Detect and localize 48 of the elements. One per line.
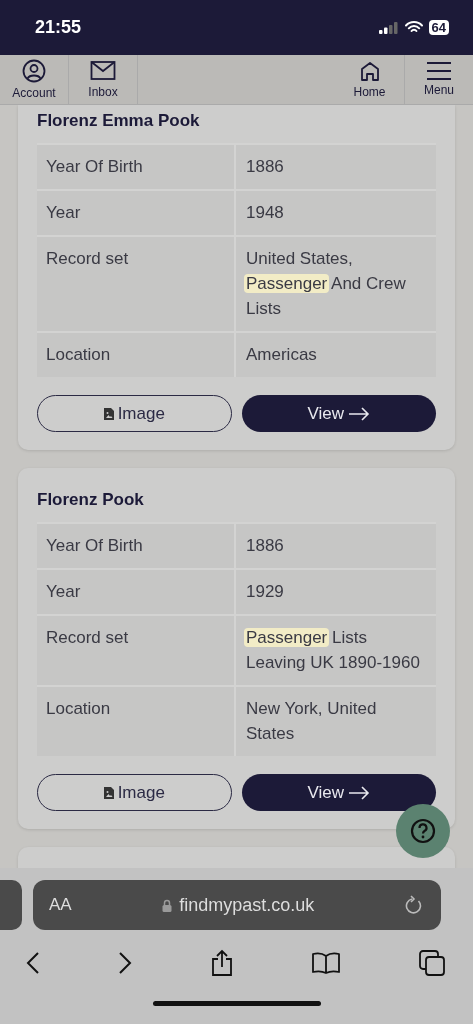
field-label: Year Of Birth [37, 524, 236, 568]
image-file-icon [103, 407, 114, 420]
nav-button[interactable]: Account [0, 55, 69, 104]
view-button[interactable]: View [241, 774, 436, 811]
wifi-icon [404, 21, 423, 34]
field-label: Record set [37, 616, 236, 685]
field-value: Americas [245, 344, 318, 366]
arrow-right-icon [348, 785, 370, 800]
tab-preview[interactable] [0, 880, 22, 930]
question-icon [410, 818, 436, 844]
field-label: Year [37, 570, 236, 614]
field-value: 1929 [245, 581, 285, 603]
book-icon[interactable] [311, 952, 342, 974]
record-name: Florenz Emma Pook [37, 111, 201, 131]
forward-icon[interactable] [117, 951, 132, 975]
menu-icon [427, 62, 451, 80]
share-icon[interactable] [209, 949, 234, 977]
field-label: Location [37, 687, 236, 756]
field-value: New York, United States [245, 698, 378, 745]
field-value: 1886 [245, 156, 285, 178]
tabs-icon[interactable] [419, 950, 445, 976]
reload-icon[interactable] [405, 895, 423, 915]
record-name: Florenz Pook [37, 490, 145, 510]
field-value: 1948 [245, 202, 285, 224]
battery-level: 64 [428, 20, 449, 35]
mail-icon [90, 60, 116, 82]
field-value: United States, Passenger And Crew Lists [243, 248, 407, 320]
view-button[interactable]: View [241, 395, 436, 432]
arrow-right-icon [348, 406, 370, 421]
nav-button[interactable]: Home [335, 55, 404, 104]
home-icon [358, 60, 381, 82]
image-file-icon [103, 786, 114, 799]
address-bar[interactable]: AA findmypast.co.uk [33, 880, 441, 930]
text-size-button[interactable]: AA [49, 895, 72, 915]
back-icon[interactable] [26, 951, 40, 975]
account-icon [22, 59, 46, 83]
status-time: 21:55 [35, 17, 82, 38]
nav-button[interactable]: Menu [404, 55, 473, 104]
field-label: Location [37, 333, 236, 377]
signal-icon [378, 21, 399, 34]
nav-button[interactable]: Inbox [69, 55, 138, 104]
field-label: Year [37, 191, 236, 235]
field-value: 1886 [245, 535, 285, 557]
field-label: Year Of Birth [37, 145, 236, 189]
field-label: Record set [37, 237, 236, 331]
lock-icon [162, 898, 173, 912]
field-value: Passenger Lists Leaving UK 1890-1960 [243, 627, 421, 674]
url-text: findmypast.co.uk [179, 894, 315, 916]
